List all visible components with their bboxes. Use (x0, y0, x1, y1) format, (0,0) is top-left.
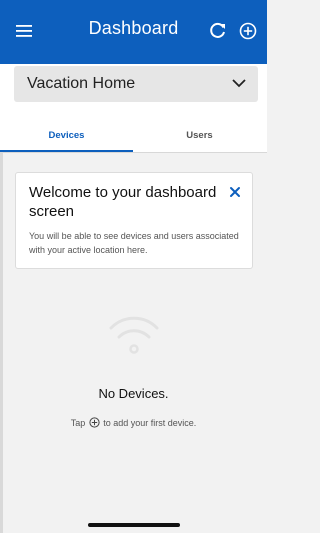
left-divider (0, 152, 3, 533)
welcome-card-body: You will be able to see devices and user… (29, 231, 239, 255)
wifi-icon (108, 312, 160, 356)
tab-bar: Devices Users (0, 122, 267, 153)
welcome-card: Welcome to your dashboard screen You wil… (15, 172, 253, 269)
app-header: Dashboard (0, 0, 267, 64)
empty-subtitle-prefix: Tap (70, 418, 86, 428)
welcome-card-title: Welcome to your dashboard screen (29, 184, 217, 220)
location-selector[interactable]: Vacation Home (14, 66, 258, 102)
add-circle-icon (89, 417, 100, 430)
tab-users[interactable]: Users (133, 122, 266, 152)
tab-devices[interactable]: Devices (0, 122, 133, 152)
location-selected: Vacation Home (27, 75, 136, 92)
add-circle-icon[interactable] (236, 19, 260, 43)
chevron-down-icon (232, 75, 246, 93)
refresh-icon[interactable] (206, 19, 230, 43)
close-icon[interactable] (228, 185, 242, 199)
home-indicator[interactable] (88, 523, 180, 527)
empty-state-subtitle: Tap to add your first device. (0, 417, 267, 430)
empty-state-title: No Devices. (98, 386, 169, 401)
empty-subtitle-suffix: to add your first device. (103, 418, 197, 428)
